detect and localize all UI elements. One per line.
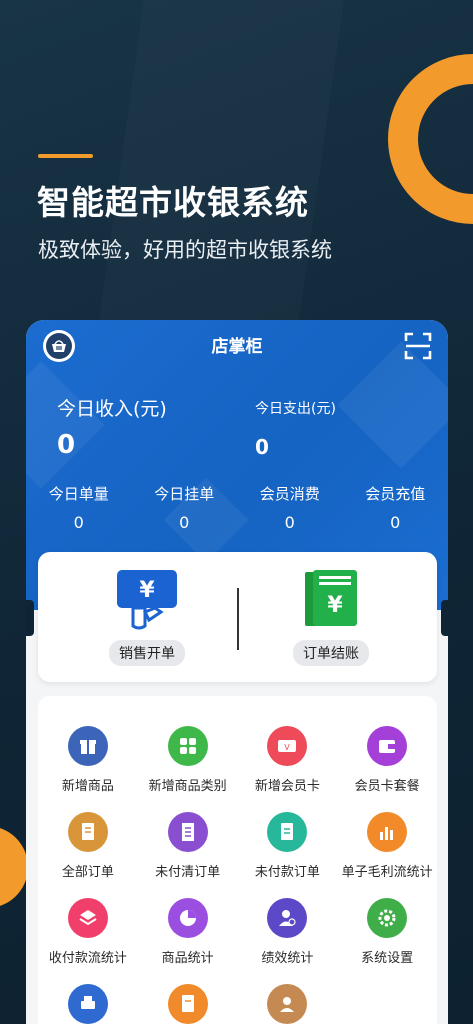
svg-text:¥: ¥ xyxy=(139,578,155,603)
header-decoration xyxy=(26,361,105,489)
stats-row: 今日单量 0 今日挂单 0 会员消费 0 会员充值 0 xyxy=(26,483,448,533)
grid-item[interactable] xyxy=(138,984,238,1024)
unpaid-doc-icon xyxy=(267,812,308,852)
grid-item[interactable]: 会员卡套餐 xyxy=(337,726,437,794)
accent-line xyxy=(38,154,93,158)
grid-item-label: 系统设置 xyxy=(361,951,414,966)
orange-circle-decoration xyxy=(0,826,28,908)
function-grid: 新增商品 新增商品类别 V 新增会员卡 会员卡套餐全部订单 未付清订单 未付款订单 单子毛利流… xyxy=(38,726,437,1024)
scan-icon[interactable] xyxy=(404,332,432,360)
grid-item-label: 未付清订单 xyxy=(155,865,221,880)
grid-item[interactable]: 商品统计 xyxy=(138,898,238,966)
stat-member-recharge[interactable]: 会员充值 0 xyxy=(343,483,449,533)
grid-item[interactable]: 单子毛利流统计 xyxy=(337,812,437,880)
vip-card-icon: V xyxy=(267,726,308,766)
expense-label: 今日支出(元) xyxy=(255,401,336,417)
svg-text:¥: ¥ xyxy=(327,593,343,618)
cash-register-icon: ¥ xyxy=(117,570,177,630)
stat-member-spend[interactable]: 会员消费 0 xyxy=(237,483,343,533)
sale-order-button[interactable]: ¥ 销售开单 xyxy=(82,568,212,666)
page-title: 店掌柜 xyxy=(211,337,263,357)
expense-value: 0 xyxy=(255,435,269,459)
bar-chart-icon xyxy=(367,812,408,852)
grid-item-label: 单子毛利流统计 xyxy=(341,865,433,880)
grid-item[interactable]: 全部订单 xyxy=(38,812,138,880)
wallet-icon xyxy=(367,726,408,766)
report-doc-icon xyxy=(167,984,208,1024)
gear-icon xyxy=(367,898,408,938)
stat-held-orders[interactable]: 今日挂单 0 xyxy=(132,483,238,533)
grid-item[interactable]: 绩效统计 xyxy=(238,898,338,966)
printer-icon xyxy=(67,984,108,1024)
header-decoration xyxy=(337,341,448,469)
grid-item[interactable]: 系统设置 xyxy=(337,898,437,966)
grid-item-label: 新增商品类别 xyxy=(148,779,227,794)
card-notch xyxy=(26,600,34,636)
grid-item-label: 未付款订单 xyxy=(254,865,320,880)
app-screen: 店掌柜 今日收入(元) 0 今日支出(元) 0 今日单量 0 今日挂单 0 会员… xyxy=(26,320,448,1024)
sale-order-label: 销售开单 xyxy=(109,640,185,666)
stat-value: 0 xyxy=(284,513,295,532)
grid-item-label: 会员卡套餐 xyxy=(354,779,420,794)
hero-subtitle: 极致体验，好用的超市收银系统 xyxy=(38,238,332,262)
pie-chart-icon xyxy=(167,898,208,938)
grid-item-label: 新增商品 xyxy=(61,779,114,794)
grid-item[interactable]: 未付款订单 xyxy=(238,812,338,880)
user-performance-icon xyxy=(267,898,308,938)
divider xyxy=(237,588,239,650)
stat-label: 今日单量 xyxy=(48,485,109,503)
stat-label: 会员充值 xyxy=(365,485,426,503)
grid-item[interactable]: 未付清订单 xyxy=(138,812,238,880)
category-grid-icon xyxy=(167,726,208,766)
layers-icon xyxy=(67,898,108,938)
grid-item[interactable]: 新增商品 xyxy=(38,726,138,794)
gift-icon xyxy=(67,726,108,766)
stat-value: 0 xyxy=(73,513,84,532)
grid-item-label: 全部订单 xyxy=(61,865,114,880)
stat-label: 会员消费 xyxy=(259,485,320,503)
hero-title: 智能超市收银系统 xyxy=(37,183,309,222)
income-label: 今日收入(元) xyxy=(57,398,167,420)
function-grid-card: 新增商品 新增商品类别 V 新增会员卡 会员卡套餐全部订单 未付清订单 未付款订单 单子毛利流… xyxy=(38,696,437,1024)
quick-actions-card: ¥ 销售开单 ¥ 订单结账 xyxy=(26,552,448,682)
income-value: 0 xyxy=(57,430,76,460)
grid-item[interactable]: 收付款流统计 xyxy=(38,898,138,966)
order-doc-icon xyxy=(67,812,108,852)
grid-item[interactable]: V 新增会员卡 xyxy=(238,726,338,794)
stat-label: 今日挂单 xyxy=(154,485,215,503)
staff-icon xyxy=(267,984,308,1024)
grid-item-label: 绩效统计 xyxy=(261,951,314,966)
grid-item-label: 商品统计 xyxy=(161,951,214,966)
checkout-button[interactable]: ¥ 订单结账 xyxy=(266,568,396,666)
bill-icon: ¥ xyxy=(305,570,357,626)
svg-text:V: V xyxy=(285,743,291,752)
grid-item-label: 新增会员卡 xyxy=(254,779,320,794)
stat-orders-today[interactable]: 今日单量 0 xyxy=(26,483,132,533)
checkout-label: 订单结账 xyxy=(293,640,369,666)
grid-item[interactable]: 新增商品类别 xyxy=(138,726,238,794)
card-notch xyxy=(441,600,448,636)
grid-item[interactable] xyxy=(38,984,138,1024)
grid-item-label: 收付款流统计 xyxy=(48,951,127,966)
orange-ring-decoration xyxy=(388,54,473,224)
stat-value: 0 xyxy=(390,513,401,532)
stat-value: 0 xyxy=(179,513,190,532)
grid-item[interactable] xyxy=(238,984,338,1024)
receipt-icon xyxy=(167,812,208,852)
